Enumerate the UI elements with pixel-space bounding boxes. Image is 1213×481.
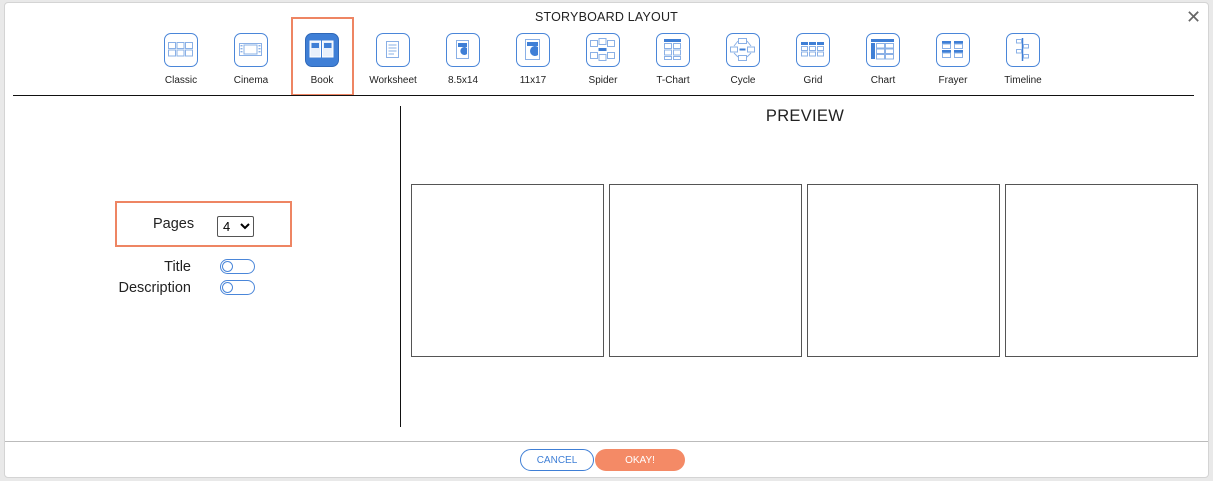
toggle-knob — [222, 261, 233, 272]
tabloid-layout-icon — [516, 33, 550, 67]
cancel-button[interactable]: CANCEL — [520, 449, 594, 471]
layout-book[interactable]: Book — [295, 33, 349, 86]
layout-spider[interactable]: Spider — [576, 33, 630, 86]
layout-label: Grid — [803, 75, 823, 86]
layout-label: 8.5x14 — [447, 75, 479, 86]
layout-label: Book — [310, 75, 334, 86]
grid-layout-icon — [796, 33, 830, 67]
title-toggle[interactable] — [220, 259, 255, 274]
preview-page-3 — [807, 184, 1000, 357]
preview-page-1 — [411, 184, 604, 357]
dialog-title: STORYBOARD LAYOUT — [534, 10, 679, 24]
layout-t-chart[interactable]: T-Chart — [646, 33, 700, 86]
storyboard-layout-dialog: STORYBOARD LAYOUT ✕ Classic Cinema Book … — [4, 2, 1209, 478]
tchart-layout-icon — [656, 33, 690, 67]
layout-label: Classic — [164, 75, 198, 86]
layout-label: Worksheet — [369, 75, 417, 86]
footer-divider — [5, 441, 1208, 442]
layout-label: Frayer — [938, 75, 968, 86]
layout-label: Cinema — [233, 75, 269, 86]
layout-label: T-Chart — [656, 75, 690, 86]
layout-label: 11x17 — [519, 75, 547, 86]
preview-heading: PREVIEW — [765, 107, 845, 125]
pages-select[interactable]: 4 — [217, 216, 254, 237]
layout-worksheet[interactable]: Worksheet — [366, 33, 420, 86]
close-icon[interactable]: ✕ — [1186, 8, 1201, 26]
cinema-layout-icon — [234, 33, 268, 67]
book-layout-icon — [305, 33, 339, 67]
layout-chart[interactable]: Chart — [856, 33, 910, 86]
layout-cycle[interactable]: Cycle — [716, 33, 770, 86]
layout-8-5x14[interactable]: 8.5x14 — [436, 33, 490, 86]
layout-cinema[interactable]: Cinema — [224, 33, 278, 86]
preview-page-2 — [609, 184, 802, 357]
spider-layout-icon — [586, 33, 620, 67]
preview-page-4 — [1005, 184, 1198, 357]
frayer-layout-icon — [936, 33, 970, 67]
header-divider — [13, 95, 1194, 96]
pages-label: Pages — [153, 216, 195, 232]
worksheet-layout-icon — [376, 33, 410, 67]
chart-layout-icon — [866, 33, 900, 67]
layout-11x17[interactable]: 11x17 — [506, 33, 560, 86]
layout-classic[interactable]: Classic — [154, 33, 208, 86]
description-label: Description — [118, 280, 191, 296]
layout-grid[interactable]: Grid — [786, 33, 840, 86]
layout-label: Cycle — [730, 75, 756, 86]
layout-frayer[interactable]: Frayer — [926, 33, 980, 86]
timeline-layout-icon — [1006, 33, 1040, 67]
classic-layout-icon — [164, 33, 198, 67]
panel-divider — [400, 106, 401, 427]
layout-label: Chart — [870, 75, 896, 86]
legal-layout-icon — [446, 33, 480, 67]
cycle-layout-icon — [726, 33, 760, 67]
layout-label: Timeline — [1004, 75, 1042, 86]
layout-label: Spider — [588, 75, 618, 86]
okay-button[interactable]: OKAY! — [595, 449, 685, 471]
title-label: Title — [164, 259, 191, 275]
toggle-knob — [222, 282, 233, 293]
pages-highlight — [115, 201, 292, 247]
description-toggle[interactable] — [220, 280, 255, 295]
layout-timeline[interactable]: Timeline — [996, 33, 1050, 86]
